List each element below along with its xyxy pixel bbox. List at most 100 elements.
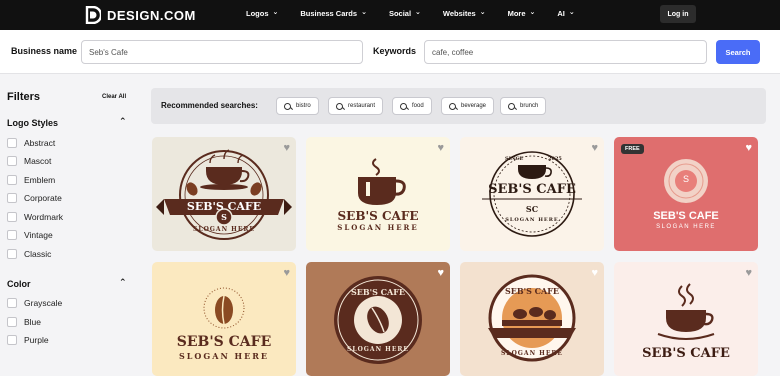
card-brand-name: SEB'S CAFE (176, 334, 272, 350)
chevron-down-icon: ⌄ (479, 9, 486, 16)
design-logo-icon (85, 6, 101, 24)
chevron-down-icon: ⌄ (361, 9, 367, 16)
logo-styles-heading[interactable]: Logo Styles (7, 118, 58, 128)
nav-label: AI (557, 9, 565, 18)
heart-icon[interactable]: ♥ (437, 268, 444, 279)
nav-social[interactable]: Social ⌄ (389, 9, 421, 18)
chip-bistro[interactable]: bistro (276, 97, 319, 115)
brand-name: DESIGN.COM (107, 7, 196, 23)
filters-title: Filters (7, 91, 41, 103)
option-label: Emblem (24, 175, 56, 185)
checkbox[interactable] (7, 175, 17, 185)
nav-label: Business Cards (300, 9, 358, 18)
option-label: Purple (24, 335, 49, 345)
card-slogan: SLOGAN HERE (656, 224, 716, 230)
card-since: SINCE (505, 156, 524, 162)
heart-icon[interactable]: ♥ (283, 268, 290, 279)
search-icon (336, 102, 343, 110)
filter-option-blue[interactable]: Blue (7, 317, 41, 327)
card-brand-name: SEB'S CAFE (337, 209, 419, 223)
filter-option-vintage[interactable]: Vintage (7, 230, 53, 240)
card-initial: S (221, 212, 227, 222)
checkbox[interactable] (7, 138, 17, 148)
search-button[interactable]: Search (716, 40, 760, 64)
card-brand-name: SEB'S CAFE (351, 287, 405, 297)
business-name-input[interactable]: Seb's Cafe (81, 40, 363, 64)
nav-logos[interactable]: Logos ⌄ (246, 9, 278, 18)
checkbox[interactable] (7, 298, 17, 308)
heart-icon[interactable]: ♥ (745, 143, 752, 154)
color-heading[interactable]: Color (7, 279, 31, 289)
option-label: Classic (24, 249, 52, 259)
chip-food[interactable]: food (392, 97, 432, 115)
option-label: Abstract (24, 138, 56, 148)
card-slogan: SLOGAN HERE (501, 350, 563, 357)
chevron-up-icon[interactable]: ⌃ (119, 116, 127, 127)
logo-card[interactable]: FREE S SEB'S CAFE SLOGAN HERE ♥ (614, 137, 758, 251)
logo-card[interactable]: SEB'S CAFE SLOGAN HERE ♥ (460, 262, 604, 376)
chevron-down-icon: ⌄ (415, 9, 421, 16)
nav-websites[interactable]: Websites ⌄ (443, 9, 486, 18)
chip-label: beverage (461, 103, 487, 109)
filter-option-mascot[interactable]: Mascot (7, 156, 51, 166)
card-slogan: SLOGAN HERE (337, 223, 419, 232)
logo-card[interactable]: SEB'S CAFE SLOGAN HERE ♥ (306, 262, 450, 376)
checkbox[interactable] (7, 193, 17, 203)
filter-option-corporate[interactable]: Corporate (7, 193, 62, 203)
logo-card[interactable]: SEB'S CAFE S SLOGAN HERE ♥ (152, 137, 296, 251)
business-name-label: Business name (11, 46, 78, 56)
filter-option-grayscale[interactable]: Grayscale (7, 298, 62, 308)
heart-icon[interactable]: ♥ (745, 268, 752, 279)
chip-brunch[interactable]: brunch (500, 97, 547, 115)
sunrise-badge-logo (460, 262, 604, 376)
coffee-emblem-logo (152, 137, 296, 251)
heart-icon[interactable]: ♥ (591, 268, 598, 279)
heart-icon[interactable]: ♥ (437, 143, 444, 154)
recommended-label: Recommended searches: (161, 101, 258, 110)
logo-card[interactable]: SEB'S CAFE SLOGAN HERE ♥ (306, 137, 450, 251)
checkbox[interactable] (7, 156, 17, 166)
checkbox[interactable] (7, 335, 17, 345)
nav-more[interactable]: More ⌄ (508, 9, 536, 18)
search-icon (400, 102, 407, 110)
filter-option-abstract[interactable]: Abstract (7, 138, 55, 148)
nav-label: Logos (246, 9, 269, 18)
logo-card[interactable]: SEB'S CAFE ♥ (614, 262, 758, 376)
circle-monogram-logo (614, 137, 758, 251)
filter-option-wordmark[interactable]: Wordmark (7, 212, 63, 222)
nav-label: Websites (442, 9, 476, 18)
nav-business-cards[interactable]: Business Cards ⌄ (300, 9, 367, 18)
filter-option-classic[interactable]: Classic (7, 249, 51, 259)
brand-logo[interactable]: DESIGN.COM (85, 6, 196, 24)
nav-label: More (507, 9, 526, 18)
free-badge: FREE (621, 144, 644, 154)
chip-label: food (412, 103, 424, 109)
checkbox[interactable] (7, 230, 17, 240)
keywords-input[interactable]: cafe, coffee (424, 40, 707, 64)
chevron-up-icon[interactable]: ⌃ (119, 277, 127, 288)
heart-icon[interactable]: ♥ (283, 143, 290, 154)
top-navigation-bar: DESIGN.COM Logos ⌄ Business Cards ⌄ Social… (0, 0, 780, 30)
chevron-down-icon: ⌄ (568, 9, 575, 16)
chip-beverage[interactable]: beverage (441, 97, 495, 115)
card-slogan: SLOGAN HERE (505, 217, 559, 223)
search-icon (508, 102, 515, 110)
card-slogan: SLOGAN HERE (179, 351, 269, 361)
chip-label: bistro (296, 103, 311, 109)
filter-option-emblem[interactable]: Emblem (7, 175, 55, 185)
login-button[interactable]: Log in (660, 5, 696, 23)
chip-restaurant[interactable]: restaurant (328, 97, 384, 115)
filter-option-purple[interactable]: Purple (7, 335, 49, 345)
option-label: Corporate (24, 193, 62, 203)
logo-card[interactable]: SEB'S CAFE SLOGAN HERE ♥ (152, 262, 296, 376)
search-icon (284, 102, 291, 110)
nav-ai[interactable]: AI ⌄ (557, 9, 574, 18)
heart-icon[interactable]: ♥ (591, 143, 598, 154)
checkbox[interactable] (7, 249, 17, 259)
checkbox[interactable] (7, 212, 17, 222)
logo-card[interactable]: SINCE 2025 SEB'S CAFE SC SLOGAN HERE ♥ (460, 137, 604, 251)
clear-all-link[interactable]: Clear All (102, 94, 126, 100)
checkbox[interactable] (7, 317, 17, 327)
recommended-searches-bar: Recommended searches: bistro restaurant … (151, 88, 766, 124)
search-icon (449, 102, 456, 110)
